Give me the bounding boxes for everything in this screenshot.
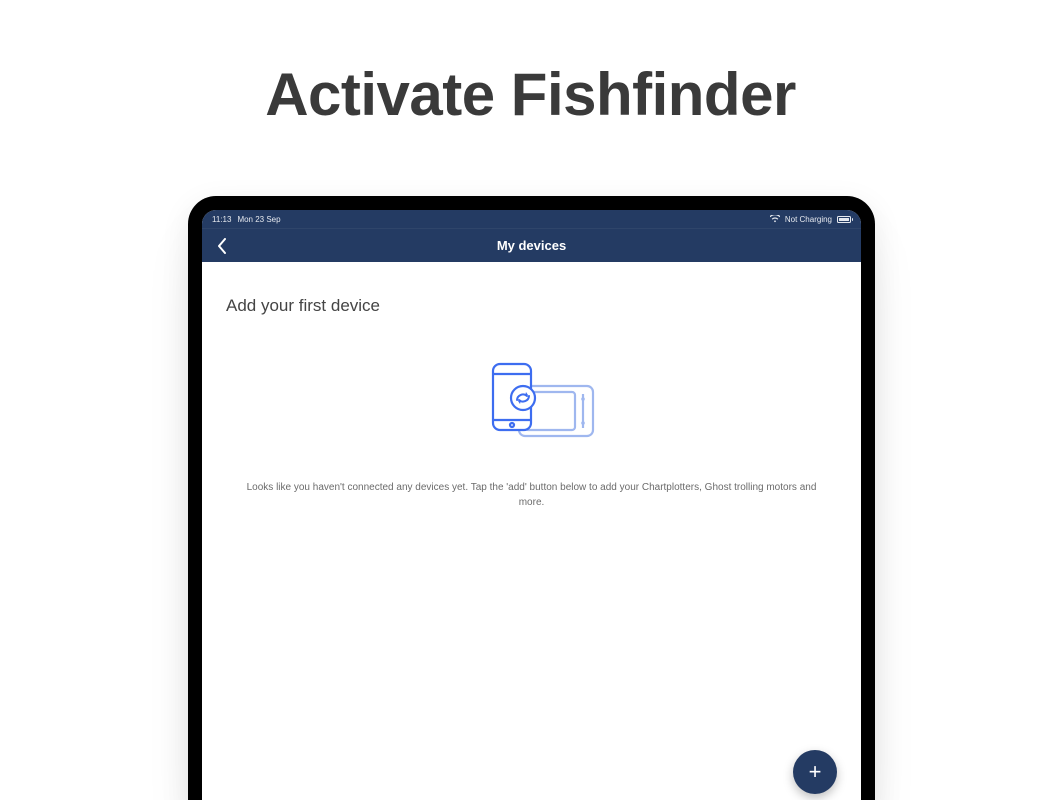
content-area: Add your first device [202, 262, 861, 800]
status-date: Mon 23 Sep [237, 215, 280, 224]
page-root: Activate Fishfinder 11:13 Mon 23 Sep Not… [0, 0, 1061, 800]
back-button[interactable] [202, 229, 242, 262]
add-device-button[interactable]: + [793, 750, 837, 794]
nav-bar: My devices [202, 228, 861, 262]
battery-icon [837, 216, 851, 223]
illustration-wrap [226, 352, 837, 452]
tablet-bezel: 11:13 Mon 23 Sep Not Charging M [188, 196, 875, 800]
status-right: Not Charging [770, 215, 851, 224]
plus-icon: + [809, 761, 822, 783]
chevron-left-icon [217, 238, 227, 254]
hero-title: Activate Fishfinder [0, 60, 1061, 129]
status-bar: 11:13 Mon 23 Sep Not Charging [202, 210, 861, 228]
tablet-screen: 11:13 Mon 23 Sep Not Charging M [202, 210, 861, 800]
nav-title: My devices [202, 238, 861, 253]
status-charging-label: Not Charging [785, 215, 832, 224]
status-left: 11:13 Mon 23 Sep [212, 215, 281, 224]
content-description: Looks like you haven't connected any dev… [226, 480, 837, 510]
device-sync-illustration [457, 352, 607, 452]
status-time: 11:13 [212, 215, 231, 224]
content-heading: Add your first device [226, 296, 837, 316]
wifi-icon [770, 215, 780, 223]
